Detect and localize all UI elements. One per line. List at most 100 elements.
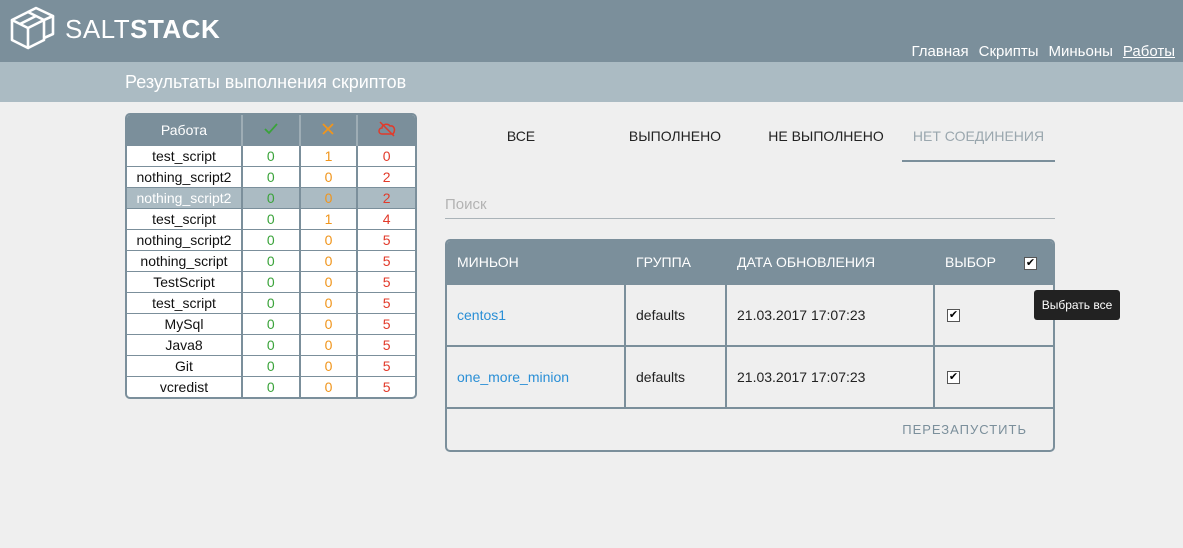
job-name: Java8: [127, 334, 243, 356]
jobs-header-warn[interactable]: [299, 115, 359, 146]
page-title: Результаты выполнения скриптов: [125, 72, 407, 92]
header-select: ВЫБОР: [945, 254, 996, 270]
job-error-count: 5: [357, 250, 415, 272]
header-date[interactable]: ДАТА ОБНОВЛЕНИЯ: [737, 241, 875, 283]
minions-footer: ПЕРЕЗАПУСТИТЬ: [447, 407, 1053, 450]
header-group[interactable]: ГРУППА: [636, 241, 691, 283]
minion-link[interactable]: centos1: [457, 285, 506, 345]
job-warn-count: 0: [299, 313, 359, 335]
job-name: test_script: [127, 145, 243, 167]
top-bar: SALTSTACK Главная Скрипты Миньоны Работы: [0, 0, 1183, 62]
nav-home[interactable]: Главная: [912, 43, 969, 60]
brand-light: SALT: [65, 14, 131, 44]
brand-bold: STACK: [130, 14, 221, 44]
job-warn-count: 1: [299, 208, 359, 230]
status-tabs: ВСЕ ВЫПОЛНЕНО НЕ ВЫПОЛНЕНО НЕТ СОЕДИНЕНИ…: [445, 112, 1055, 162]
job-ok-count: 0: [242, 376, 301, 397]
jobs-row[interactable]: Git 0 0 5: [127, 355, 415, 377]
top-nav: Главная Скрипты Миньоны Работы: [912, 43, 1175, 60]
cross-icon: [322, 122, 335, 135]
job-name: nothing_script2: [127, 166, 243, 188]
job-error-count: 4: [357, 208, 415, 230]
job-warn-count: 0: [299, 355, 359, 377]
job-warn-count: 1: [299, 145, 359, 167]
minion-date: 21.03.2017 17:07:23: [737, 369, 866, 385]
job-name: Git: [127, 355, 243, 377]
job-warn-count: 0: [299, 292, 359, 314]
jobs-row[interactable]: test_script 0 1 4: [127, 208, 415, 230]
minion-row: one_more_minion defaults 21.03.2017 17:0…: [447, 345, 1053, 407]
nav-minions[interactable]: Миньоны: [1049, 43, 1113, 60]
cloud-off-icon: [377, 120, 395, 137]
header-minion[interactable]: МИНЬОН: [457, 241, 519, 283]
job-name: nothing_script: [127, 250, 243, 272]
jobs-row[interactable]: test_script 0 0 5: [127, 292, 415, 314]
job-error-count: 5: [357, 355, 415, 377]
job-name: nothing_script2: [127, 187, 243, 209]
tab-all[interactable]: ВСЕ: [475, 112, 567, 160]
job-ok-count: 0: [242, 334, 301, 356]
job-error-count: 5: [357, 376, 415, 397]
job-name: TestScript: [127, 271, 243, 293]
job-ok-count: 0: [242, 250, 301, 272]
jobs-row[interactable]: MySql 0 0 5: [127, 313, 415, 335]
minion-checkbox[interactable]: ✔: [947, 309, 960, 322]
tab-completed[interactable]: ВЫПОЛНЕНО: [617, 112, 733, 160]
job-error-count: 2: [357, 166, 415, 188]
jobs-row[interactable]: test_script 0 1 0: [127, 145, 415, 167]
minion-link[interactable]: one_more_minion: [457, 347, 569, 407]
job-error-count: 0: [357, 145, 415, 167]
job-warn-count: 0: [299, 229, 359, 251]
minion-group: defaults: [636, 369, 686, 385]
minion-row: centos1 defaults 21.03.2017 17:07:23 ✔: [447, 283, 1053, 345]
check-icon: [264, 122, 278, 134]
tab-not-completed[interactable]: НЕ ВЫПОЛНЕНО: [763, 112, 889, 160]
job-warn-count: 0: [299, 271, 359, 293]
job-ok-count: 0: [242, 271, 301, 293]
minion-date: 21.03.2017 17:07:23: [737, 307, 866, 323]
job-warn-count: 0: [299, 376, 359, 397]
search-input[interactable]: [445, 190, 1055, 219]
jobs-header-ok[interactable]: [242, 115, 301, 146]
job-name: vcredist: [127, 376, 243, 397]
job-ok-count: 0: [242, 355, 301, 377]
saltstack-logo-icon: [10, 6, 55, 50]
job-ok-count: 0: [242, 208, 301, 230]
job-warn-count: 0: [299, 250, 359, 272]
select-all-checkbox[interactable]: ✔: [1024, 257, 1037, 270]
job-ok-count: 0: [242, 292, 301, 314]
tab-no-connection[interactable]: НЕТ СОЕДИНЕНИЯ: [902, 112, 1055, 162]
minion-group: defaults: [636, 307, 686, 323]
jobs-header-name[interactable]: Работа: [127, 115, 243, 146]
minions-header-row: МИНЬОН ГРУППА ДАТА ОБНОВЛЕНИЯ ВЫБОР ✔: [447, 241, 1053, 283]
jobs-header-error[interactable]: [357, 115, 415, 146]
jobs-row[interactable]: nothing_script2 0 0 2: [127, 166, 415, 188]
jobs-row[interactable]: Java8 0 0 5: [127, 334, 415, 356]
jobs-row[interactable]: nothing_script2 0 0 5: [127, 229, 415, 251]
jobs-row[interactable]: TestScript 0 0 5: [127, 271, 415, 293]
job-warn-count: 0: [299, 187, 359, 209]
restart-button[interactable]: ПЕРЕЗАПУСТИТЬ: [902, 422, 1027, 437]
job-error-count: 5: [357, 334, 415, 356]
job-ok-count: 0: [242, 187, 301, 209]
job-name: test_script: [127, 208, 243, 230]
minions-table: МИНЬОН ГРУППА ДАТА ОБНОВЛЕНИЯ ВЫБОР ✔ ce…: [445, 239, 1055, 452]
jobs-row[interactable]: vcredist 0 0 5: [127, 376, 415, 397]
jobs-row-selected[interactable]: nothing_script2 0 0 2: [127, 187, 415, 209]
job-ok-count: 0: [242, 166, 301, 188]
select-all-tooltip: Выбрать все: [1034, 290, 1120, 320]
jobs-row[interactable]: nothing_script 0 0 5: [127, 250, 415, 272]
job-warn-count: 0: [299, 166, 359, 188]
jobs-table: Работа test_script 0 1 0 nothing_script2…: [125, 113, 417, 399]
title-bar: Результаты выполнения скриптов: [0, 62, 1183, 102]
job-error-count: 5: [357, 229, 415, 251]
job-ok-count: 0: [242, 229, 301, 251]
jobs-header-row: Работа: [127, 115, 415, 146]
nav-scripts[interactable]: Скрипты: [979, 43, 1039, 60]
brand-name: SALTSTACK: [65, 14, 220, 45]
nav-jobs[interactable]: Работы: [1123, 43, 1175, 60]
minion-checkbox[interactable]: ✔: [947, 371, 960, 384]
job-error-count: 5: [357, 292, 415, 314]
job-ok-count: 0: [242, 145, 301, 167]
job-ok-count: 0: [242, 313, 301, 335]
